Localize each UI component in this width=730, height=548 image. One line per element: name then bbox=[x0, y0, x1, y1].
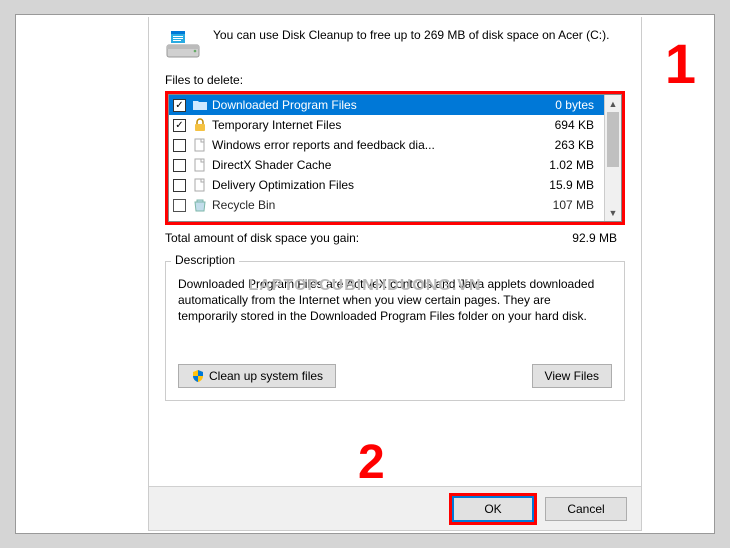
file-checkbox[interactable] bbox=[173, 179, 186, 192]
header-row: You can use Disk Cleanup to free up to 2… bbox=[149, 17, 641, 71]
file-name: DirectX Shader Cache bbox=[212, 158, 540, 172]
total-row: Total amount of disk space you gain: 92.… bbox=[149, 225, 641, 249]
file-size: 263 KB bbox=[540, 138, 600, 152]
files-to-delete-label: Files to delete: bbox=[149, 71, 641, 91]
file-size: 15.9 MB bbox=[540, 178, 600, 192]
disk-cleanup-icon bbox=[165, 27, 201, 63]
scroll-up-button[interactable]: ▲ bbox=[605, 95, 621, 112]
scroll-thumb[interactable] bbox=[607, 112, 619, 167]
file-name: Delivery Optimization Files bbox=[212, 178, 540, 192]
file-list[interactable]: ✓ Downloaded Program Files0 bytes ✓ Tempora… bbox=[168, 94, 622, 222]
total-value: 92.9 MB bbox=[572, 231, 617, 245]
file-type-icon bbox=[192, 137, 208, 153]
file-name: Temporary Internet Files bbox=[212, 118, 540, 132]
view-files-button[interactable]: View Files bbox=[532, 364, 612, 388]
file-checkbox[interactable] bbox=[173, 139, 186, 152]
view-files-label: View Files bbox=[545, 369, 599, 383]
file-checkbox[interactable] bbox=[173, 159, 186, 172]
file-name: Recycle Bin bbox=[212, 198, 540, 212]
file-type-icon bbox=[192, 157, 208, 173]
shield-icon bbox=[191, 369, 205, 383]
file-type-icon bbox=[192, 197, 208, 213]
file-size: 1.02 MB bbox=[540, 158, 600, 172]
scroll-down-button[interactable]: ▼ bbox=[605, 204, 621, 221]
file-row[interactable]: DirectX Shader Cache1.02 MB bbox=[169, 155, 604, 175]
file-row[interactable]: Delivery Optimization Files15.9 MB bbox=[169, 175, 604, 195]
total-label: Total amount of disk space you gain: bbox=[165, 231, 359, 245]
file-name: Downloaded Program Files bbox=[212, 98, 540, 112]
file-row[interactable]: ✓ Temporary Internet Files694 KB bbox=[169, 115, 604, 135]
file-size: 694 KB bbox=[540, 118, 600, 132]
file-type-icon bbox=[192, 97, 208, 113]
file-type-icon bbox=[192, 117, 208, 133]
screenshot-frame: You can use Disk Cleanup to free up to 2… bbox=[15, 14, 715, 534]
cleanup-button-label: Clean up system files bbox=[209, 369, 323, 383]
ok-label: OK bbox=[484, 502, 501, 516]
file-checkbox[interactable]: ✓ bbox=[173, 99, 186, 112]
file-size: 107 MB bbox=[540, 198, 600, 212]
file-size: 0 bytes bbox=[540, 98, 600, 112]
file-checkbox[interactable] bbox=[173, 199, 186, 212]
file-row[interactable]: Windows error reports and feedback dia..… bbox=[169, 135, 604, 155]
file-list-highlight: ✓ Downloaded Program Files0 bytes ✓ Tempora… bbox=[165, 91, 625, 225]
file-checkbox[interactable]: ✓ bbox=[173, 119, 186, 132]
cancel-button[interactable]: Cancel bbox=[545, 497, 627, 521]
annotation-marker-1: 1 bbox=[665, 31, 696, 96]
file-type-icon bbox=[192, 177, 208, 193]
description-label: Description bbox=[171, 253, 239, 267]
cleanup-system-files-button[interactable]: Clean up system files bbox=[178, 364, 336, 388]
cancel-label: Cancel bbox=[567, 502, 604, 516]
dialog-footer: OK Cancel bbox=[149, 486, 641, 530]
disk-cleanup-dialog: You can use Disk Cleanup to free up to 2… bbox=[148, 17, 642, 531]
scroll-track[interactable] bbox=[605, 112, 621, 204]
file-row[interactable]: Recycle Bin107 MB bbox=[169, 195, 604, 215]
description-group: Description Downloaded Program Files are… bbox=[165, 251, 625, 401]
ok-button[interactable]: OK bbox=[452, 496, 534, 522]
description-text: Downloaded Program Files are ActiveX con… bbox=[178, 276, 612, 348]
scrollbar[interactable]: ▲ ▼ bbox=[604, 95, 621, 221]
ok-button-highlight: OK bbox=[449, 493, 537, 525]
file-row[interactable]: ✓ Downloaded Program Files0 bytes bbox=[169, 95, 604, 115]
file-name: Windows error reports and feedback dia..… bbox=[212, 138, 540, 152]
header-text: You can use Disk Cleanup to free up to 2… bbox=[213, 27, 609, 44]
